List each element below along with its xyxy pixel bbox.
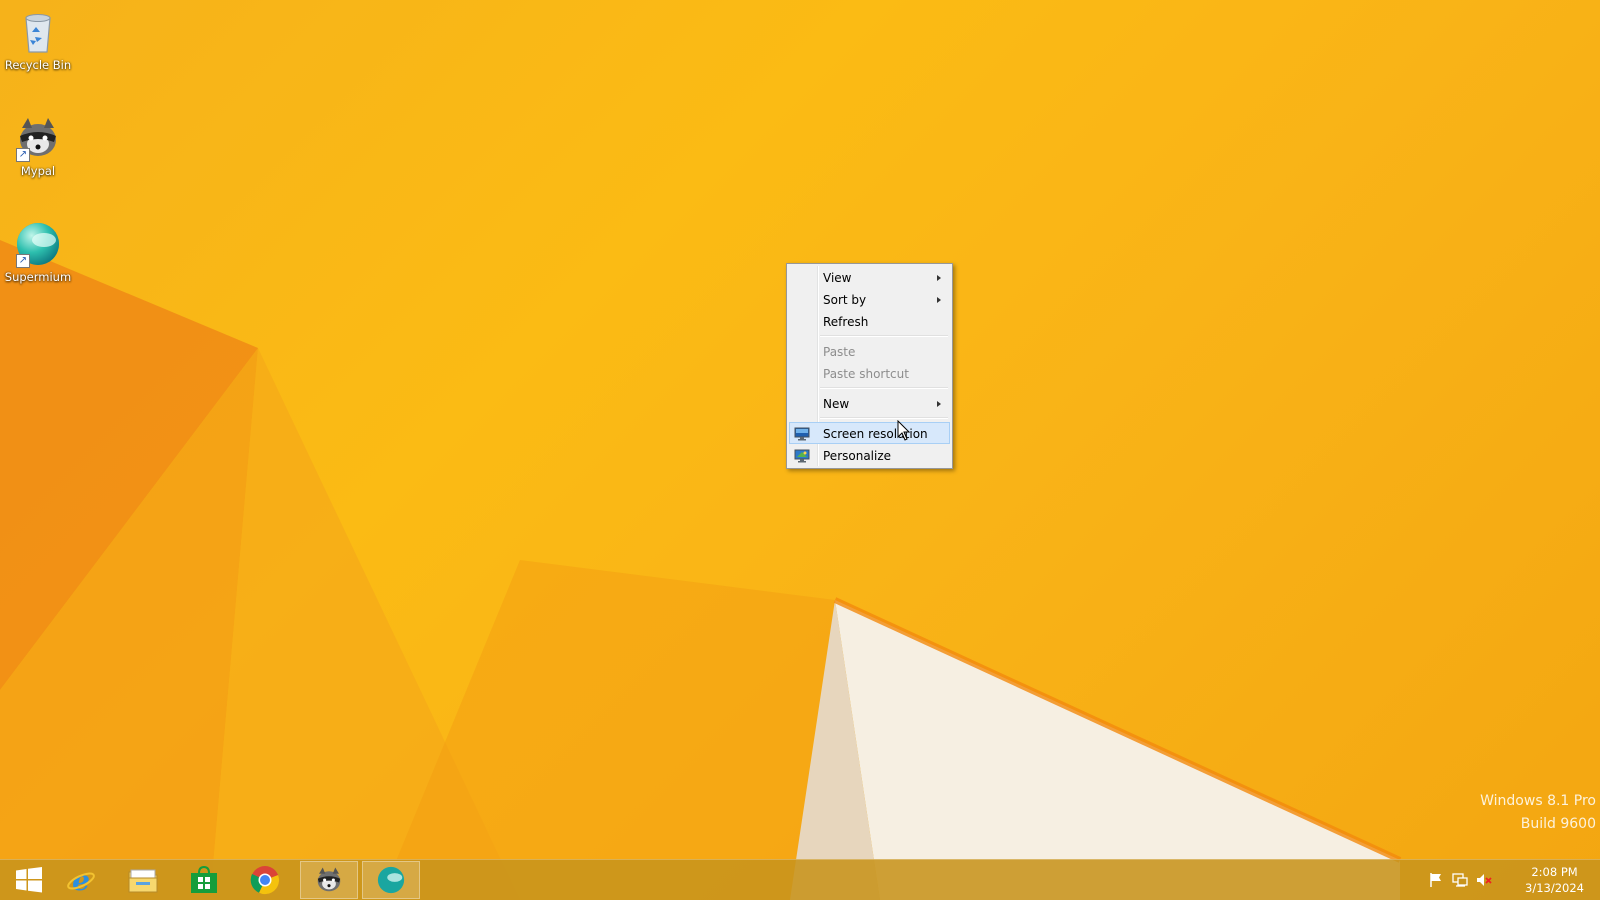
chrome-icon — [250, 866, 280, 895]
watermark-edition: Windows 8.1 Pro — [1480, 793, 1596, 809]
menu-item-label: Sort by — [823, 293, 867, 307]
supermium-icon: ↗ — [14, 220, 62, 268]
menu-item-personalize[interactable]: Personalize — [789, 444, 950, 466]
monitor-icon — [794, 426, 810, 441]
shortcut-arrow-icon: ↗ — [16, 148, 30, 162]
svg-text:e: e — [72, 865, 90, 895]
menu-item-sort-by[interactable]: Sort by — [789, 288, 950, 310]
windows-watermark: Windows 8.1 Pro Build 9600 — [1480, 790, 1596, 836]
desktop-icon-supermium[interactable]: ↗ Supermium — [0, 220, 76, 284]
desktop-icon-mypal[interactable]: ↗ Mypal — [0, 114, 76, 178]
menu-item-screen-resolution[interactable]: Screen resolution — [789, 422, 950, 444]
menu-item-label: Screen resolution — [823, 427, 928, 441]
desktop-icon-label: Supermium — [4, 270, 72, 284]
flag-icon[interactable] — [1428, 872, 1444, 888]
desktop-context-menu: View Sort by Refresh Paste Paste shortcu… — [786, 263, 953, 469]
menu-separator — [820, 335, 948, 337]
menu-item-label: New — [823, 397, 850, 411]
volume-muted-icon[interactable] — [1476, 872, 1492, 888]
clock-time: 2:08 PM — [1531, 865, 1578, 879]
menu-item-paste[interactable]: Paste — [789, 340, 950, 362]
windows-logo-icon — [16, 867, 42, 893]
menu-item-label: Paste — [823, 345, 856, 359]
taskbar: e 2:08 PM 3/13/2024 — [0, 859, 1600, 900]
taskbar-supermium[interactable] — [362, 861, 420, 899]
raccoon-icon — [317, 867, 341, 892]
menu-separator — [820, 387, 948, 389]
raccoon-icon: ↗ — [14, 114, 62, 162]
clock[interactable]: 2:08 PM 3/13/2024 — [1525, 864, 1584, 896]
folder-icon — [128, 869, 158, 893]
supermium-icon — [377, 866, 405, 894]
start-button[interactable] — [0, 861, 58, 899]
taskbar-store[interactable] — [175, 861, 233, 899]
internet-explorer-icon: e — [67, 865, 95, 895]
mouse-cursor-icon — [897, 420, 911, 441]
submenu-arrow-icon — [937, 275, 941, 281]
desktop-icon-recycle-bin[interactable]: Recycle Bin — [0, 8, 76, 72]
desktop-icon-label: Recycle Bin — [4, 58, 72, 72]
taskbar-file-explorer[interactable] — [114, 861, 172, 899]
shortcut-arrow-icon: ↗ — [16, 254, 30, 268]
desktop[interactable]: Recycle Bin ↗ Mypal ↗ Supermium View Sor… — [0, 0, 1600, 900]
menu-item-view[interactable]: View — [789, 266, 950, 288]
store-icon — [191, 865, 217, 893]
network-icon[interactable] — [1452, 872, 1468, 888]
menu-item-label: Paste shortcut — [823, 367, 909, 381]
menu-item-label: Refresh — [823, 315, 869, 329]
menu-separator — [820, 417, 948, 419]
recycle-bin-icon — [14, 8, 62, 56]
menu-item-refresh[interactable]: Refresh — [789, 310, 950, 332]
submenu-arrow-icon — [937, 297, 941, 303]
menu-item-label: Personalize — [823, 449, 892, 463]
menu-item-new[interactable]: New — [789, 392, 950, 414]
clock-date: 3/13/2024 — [1525, 881, 1584, 895]
taskbar-mypal[interactable] — [300, 861, 358, 899]
personalize-icon — [794, 448, 810, 463]
watermark-build: Build 9600 — [1520, 816, 1596, 832]
submenu-arrow-icon — [937, 401, 941, 407]
taskbar-chrome[interactable] — [236, 861, 294, 899]
menu-item-paste-shortcut[interactable]: Paste shortcut — [789, 362, 950, 384]
desktop-icon-label: Mypal — [20, 164, 56, 178]
taskbar-internet-explorer[interactable]: e — [52, 861, 110, 899]
menu-item-label: View — [823, 271, 852, 285]
